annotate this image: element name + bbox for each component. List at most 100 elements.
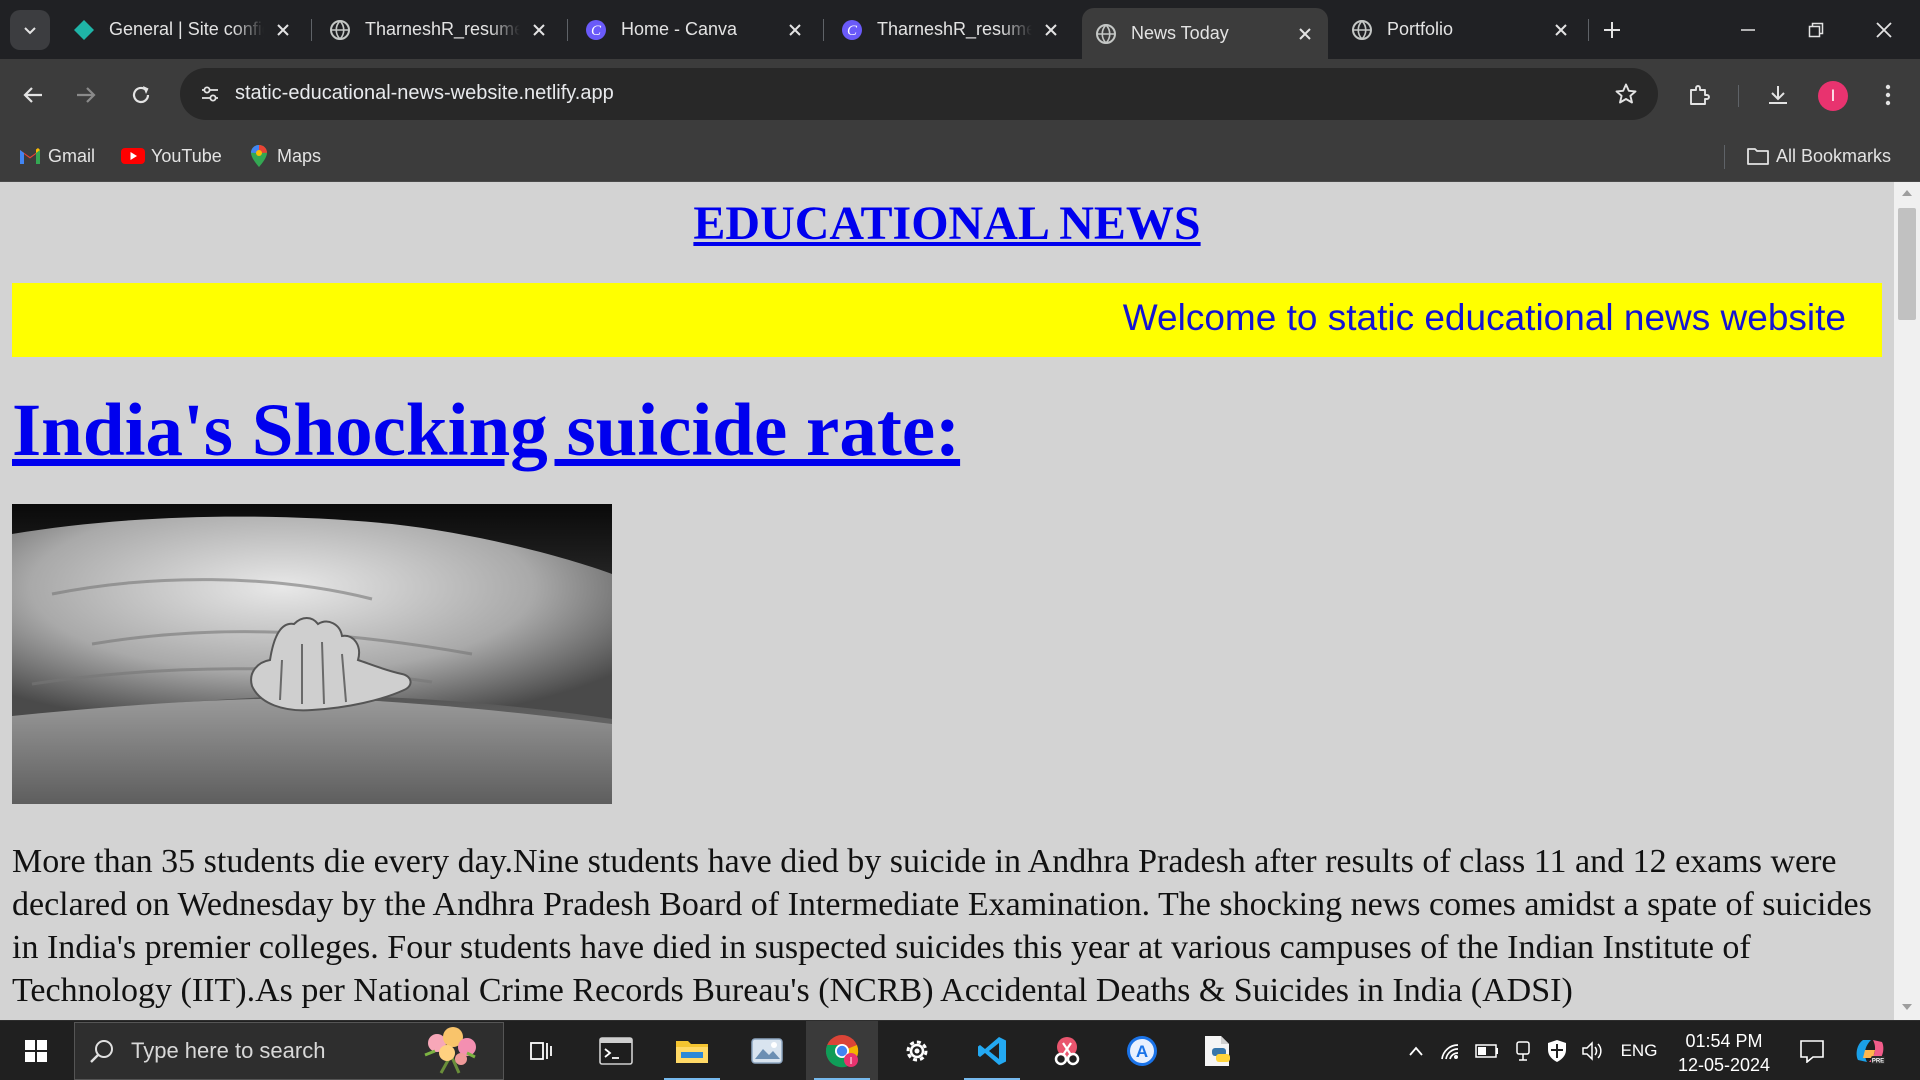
tab-search-button[interactable] [10,10,50,50]
globe-icon [1094,22,1118,46]
start-button[interactable] [0,1021,72,1080]
notifications-icon[interactable] [1792,1021,1832,1080]
meet-now-icon[interactable] [1508,1021,1538,1080]
close-icon[interactable] [270,17,296,43]
gear-icon [906,1040,928,1062]
restore-icon [1808,22,1824,37]
taskbar-chrome[interactable]: I [806,1021,878,1080]
minimize-icon [1741,28,1755,31]
folder-icon [676,1041,708,1063]
all-bookmarks-label: All Bookmarks [1776,145,1892,166]
clock-time: 01:54 PM [1685,1031,1763,1051]
restore-button[interactable] [1782,0,1850,59]
bookmarks-bar: Gmail YouTube Maps All Bookmarks [0,131,1920,182]
close-icon[interactable] [1292,21,1318,47]
plus-icon [1604,22,1620,38]
toolbar-separator [1738,85,1739,107]
taskbar-app-a[interactable]: A [1106,1021,1178,1080]
wifi-icon[interactable] [1436,1021,1466,1080]
taskbar-snipping-tool[interactable] [1031,1021,1103,1080]
taskbar-python-file[interactable] [1181,1021,1253,1080]
language-indicator[interactable]: ENG [1614,1021,1664,1080]
marquee-text: Welcome to static educational news websi… [1122,297,1846,338]
tab-home-canva[interactable]: C Home - Canva [572,9,818,50]
terminal-icon [599,1037,633,1065]
tab-title: TharneshR_resume [877,19,1032,39]
minimize-button[interactable] [1714,0,1782,59]
tray-chevron-up-icon[interactable] [1402,1021,1430,1080]
tab-tharneshr-resume-canva[interactable]: C TharneshR_resume [828,9,1074,50]
close-icon[interactable] [1038,17,1064,43]
security-shield-icon[interactable] [1542,1021,1572,1080]
page-scrollbar[interactable] [1894,182,1920,1020]
browser-toolbar: static-educational-news-website.netlify.… [0,59,1920,131]
article-headline-link[interactable]: India's Shocking suicide rate: [12,388,960,474]
scroll-down-arrow-icon[interactable] [1902,1004,1912,1010]
netlify-icon [72,18,96,42]
new-tab-button[interactable] [1596,14,1628,46]
site-info-icon[interactable] [190,74,230,114]
bookmark-label: Maps [277,145,322,166]
close-icon[interactable] [1548,17,1574,43]
globe-icon [328,18,352,42]
system-clock[interactable]: 01:54 PM 12-05-2024 [1664,1029,1784,1077]
tab-tharneshr-resume[interactable]: TharneshR_resume [316,9,562,50]
a-app-icon: A [1127,1036,1157,1066]
all-bookmarks-button[interactable]: All Bookmarks [1746,140,1891,172]
scrollbar-thumb[interactable] [1898,208,1916,320]
extensions-button[interactable] [1679,75,1719,115]
address-bar[interactable]: static-educational-news-website.netlify.… [180,68,1658,120]
svg-text:A: A [1136,1042,1148,1061]
taskbar-vscode[interactable] [956,1021,1028,1080]
chevron-down-icon [24,27,36,35]
svg-text:C: C [591,23,602,39]
tab-general-site-config[interactable]: General | Site configuration [60,9,306,50]
bookmark-gmail[interactable]: Gmail [18,140,95,172]
scroll-up-arrow-icon[interactable] [1902,190,1912,196]
bookmark-label: Gmail [48,145,96,166]
tab-separator [567,19,568,41]
forward-button[interactable] [66,75,106,115]
menu-button[interactable] [1868,75,1908,115]
search-icon [90,1040,113,1063]
close-icon[interactable] [526,17,552,43]
hand-under-sheet-image [12,504,612,804]
tab-separator [823,19,824,41]
copilot-icon[interactable]: PRE [1848,1021,1892,1080]
bookmarks-separator [1724,145,1725,169]
task-view-button[interactable] [505,1021,577,1080]
volume-icon[interactable] [1578,1021,1608,1080]
taskbar-terminal[interactable] [580,1021,652,1080]
gmail-icon [18,144,42,168]
close-window-button[interactable] [1850,0,1918,59]
downloads-button[interactable] [1758,75,1798,115]
svg-text:PRE: PRE [1872,1059,1884,1065]
bookmark-youtube[interactable]: YouTube [121,140,222,172]
close-icon[interactable] [782,17,808,43]
tab-portfolio[interactable]: Portfolio [1338,9,1584,50]
svg-text:C: C [847,23,858,39]
kebab-menu-icon [1885,84,1891,106]
tab-news-today[interactable]: News Today [1082,8,1328,59]
back-button[interactable] [13,75,53,115]
tab-separator [1588,19,1589,41]
bookmark-maps[interactable]: Maps [247,140,321,172]
battery-icon[interactable] [1472,1021,1502,1080]
tab-title: News Today [1131,23,1229,43]
taskbar-settings[interactable] [881,1021,953,1080]
taskbar-search-box[interactable]: Type here to search [74,1022,504,1080]
tab-strip: General | Site configuration TharneshR_r… [0,0,1920,59]
taskbar-file-explorer[interactable] [656,1021,728,1080]
maps-icon [247,144,271,168]
task-view-icon [530,1042,552,1060]
svg-text:I: I [850,1056,853,1067]
bookmark-star-icon[interactable] [1610,78,1642,110]
tab-title: General | Site configuration [109,19,264,39]
url-text[interactable]: static-educational-news-website.netlify.… [235,82,614,105]
profile-avatar[interactable]: I [1818,81,1848,111]
reload-button[interactable] [121,75,161,115]
tab-title: TharneshR_resume [365,19,520,39]
page-viewport: EDUCATIONAL NEWS Welcome to static educa… [0,182,1894,1020]
taskbar-image-viewer[interactable] [731,1021,803,1080]
site-title-link[interactable]: EDUCATIONAL NEWS [0,196,1894,251]
